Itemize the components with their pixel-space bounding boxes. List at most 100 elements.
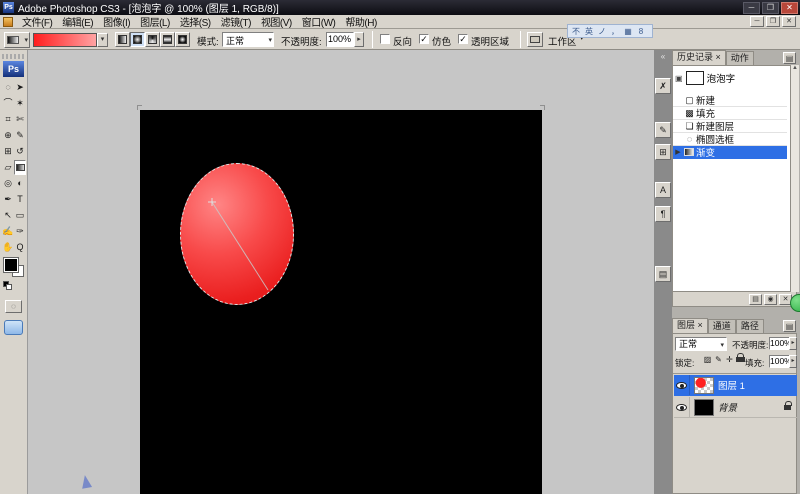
- fill-slider-arrow[interactable]: ▸: [789, 355, 797, 368]
- mode-select[interactable]: 正常 ▾: [222, 32, 274, 47]
- opacity-value[interactable]: 100%: [326, 32, 354, 47]
- reverse-checkbox[interactable]: [380, 34, 390, 44]
- background-thumbnail[interactable]: [694, 399, 714, 416]
- move-tool[interactable]: ➤: [14, 80, 26, 95]
- menu-image[interactable]: 图像(I): [98, 14, 135, 29]
- angle-gradient-button[interactable]: [145, 32, 160, 47]
- history-item-elliptical-marquee[interactable]: ◌ 椭圆选框: [673, 133, 787, 146]
- dodge-tool[interactable]: ◐: [14, 176, 26, 191]
- gradient-preview[interactable]: [33, 33, 97, 47]
- pen-tool[interactable]: ✒: [2, 192, 14, 207]
- dock-icon-brushes[interactable]: ✎: [655, 122, 671, 138]
- crop-tool[interactable]: ⌗: [2, 112, 14, 127]
- reflected-gradient-button[interactable]: [160, 32, 175, 47]
- brush-tool[interactable]: ✎: [14, 128, 26, 143]
- path-selection-tool[interactable]: ↖: [2, 208, 14, 223]
- radial-gradient-button[interactable]: [130, 32, 145, 47]
- eraser-tool[interactable]: ▱: [2, 160, 14, 175]
- menu-edit[interactable]: 编辑(E): [57, 14, 98, 29]
- dock-icon-tools[interactable]: ✗: [655, 78, 671, 94]
- menu-filter[interactable]: 滤镜(T): [216, 14, 256, 29]
- history-item-gradient[interactable]: ▶ 渐变: [673, 146, 787, 159]
- lock-pixels-icon[interactable]: ✎: [714, 355, 723, 364]
- notes-tool[interactable]: ✍: [2, 224, 14, 239]
- dither-checkbox[interactable]: ✓: [419, 34, 429, 44]
- ime-item[interactable]: ノ: [596, 26, 608, 37]
- blur-tool[interactable]: ◎: [2, 176, 14, 191]
- lock-all-icon[interactable]: [736, 355, 745, 364]
- history-item-new[interactable]: ▢ 新建: [673, 94, 787, 107]
- layer-name[interactable]: 图层 1: [718, 378, 745, 392]
- opacity-slider-arrow[interactable]: ▸: [354, 32, 364, 47]
- gradient-picker-arrow[interactable]: ▾: [97, 33, 108, 47]
- history-panel-menu-icon[interactable]: ▤: [783, 52, 796, 64]
- dock-icon-clone-source[interactable]: ⊞: [655, 144, 671, 160]
- healing-brush-tool[interactable]: ⊕: [2, 128, 14, 143]
- quick-mask-button[interactable]: ◌: [5, 300, 22, 313]
- ime-item[interactable]: 8: [635, 27, 647, 36]
- dock-icon-layer-comps[interactable]: ▤: [655, 266, 671, 282]
- palette-well-icon[interactable]: [527, 32, 543, 47]
- history-scrollbar[interactable]: ▲: [790, 65, 799, 292]
- ime-item[interactable]: ▦: [622, 27, 634, 36]
- minimize-button[interactable]: ─: [743, 2, 760, 14]
- shape-tool[interactable]: ▭: [14, 208, 26, 223]
- menu-window[interactable]: 窗口(W): [297, 14, 341, 29]
- doc-minimize-button[interactable]: ─: [750, 16, 764, 27]
- clone-stamp-tool[interactable]: ⊞: [2, 144, 14, 159]
- tab-actions[interactable]: 动作: [726, 51, 754, 65]
- layer-row-layer1[interactable]: 图层 1: [674, 375, 797, 396]
- menu-file[interactable]: 文件(F): [17, 14, 57, 29]
- tool-preset-picker[interactable]: ▾: [4, 32, 30, 48]
- layers-panel-menu-icon[interactable]: ▤: [783, 320, 796, 332]
- lock-position-icon[interactable]: ✛: [725, 355, 734, 364]
- tab-history[interactable]: 历史记录 ×: [672, 50, 726, 65]
- history-snapshot-row[interactable]: ▣ 泡泡字: [675, 69, 735, 87]
- scroll-up-icon[interactable]: ▲: [792, 65, 798, 71]
- type-tool[interactable]: T: [14, 192, 26, 207]
- default-colors-icon[interactable]: [3, 281, 12, 290]
- tab-close-icon[interactable]: ×: [698, 320, 703, 330]
- ime-item[interactable]: 英: [583, 26, 595, 37]
- layer1-thumbnail[interactable]: [694, 377, 714, 394]
- tab-channels[interactable]: 通道: [708, 319, 736, 333]
- layer-name[interactable]: 背景: [718, 400, 784, 414]
- zoom-tool[interactable]: Q: [14, 240, 26, 255]
- ime-item[interactable]: 不: [570, 26, 582, 37]
- doc-restore-button[interactable]: ❐: [766, 16, 780, 27]
- menu-layer[interactable]: 图层(L): [135, 14, 175, 29]
- restore-button[interactable]: ❐: [762, 2, 779, 14]
- dock-icon-paragraph[interactable]: ¶: [655, 206, 671, 222]
- lasso-tool[interactable]: ⌒: [2, 96, 14, 111]
- linear-gradient-button[interactable]: [115, 32, 130, 47]
- visibility-toggle[interactable]: [674, 375, 690, 395]
- screen-mode-button[interactable]: [4, 320, 23, 335]
- menu-select[interactable]: 选择(S): [175, 14, 216, 29]
- slice-tool[interactable]: ✄: [14, 112, 26, 127]
- dock-icon-character[interactable]: A: [655, 182, 671, 198]
- close-button[interactable]: ✕: [781, 2, 798, 14]
- eyedropper-tool[interactable]: ✑: [14, 224, 26, 239]
- ime-item[interactable]: ，: [609, 26, 621, 37]
- diamond-gradient-button[interactable]: [175, 32, 190, 47]
- layer-row-background[interactable]: 背景: [674, 397, 797, 418]
- dock-collapse-button[interactable]: «: [655, 52, 671, 62]
- blend-mode-select[interactable]: 正常 ▾: [675, 337, 727, 351]
- lock-transparency-icon[interactable]: ▨: [703, 355, 712, 364]
- visibility-toggle[interactable]: [674, 397, 690, 417]
- magic-wand-tool[interactable]: ✶: [14, 96, 26, 111]
- tab-paths[interactable]: 路径: [736, 319, 764, 333]
- doc-close-button[interactable]: ✕: [782, 16, 796, 27]
- elliptical-marquee-tool[interactable]: ◌: [2, 80, 14, 95]
- hand-tool[interactable]: ✋: [2, 240, 14, 255]
- menu-view[interactable]: 视图(V): [256, 14, 297, 29]
- menu-help[interactable]: 帮助(H): [340, 14, 381, 29]
- transparency-checkbox[interactable]: ✓: [458, 34, 468, 44]
- ime-toolbar[interactable]: 不 英 ノ ， ▦ 8: [567, 24, 653, 38]
- history-state-pointer[interactable]: ▶: [673, 148, 683, 156]
- toolbox-grip[interactable]: [2, 54, 24, 59]
- opacity-slider-arrow[interactable]: ▸: [789, 337, 797, 350]
- canvas[interactable]: [140, 110, 542, 494]
- foreground-color-swatch[interactable]: [4, 258, 18, 272]
- new-document-from-state-button[interactable]: ▤: [749, 294, 762, 305]
